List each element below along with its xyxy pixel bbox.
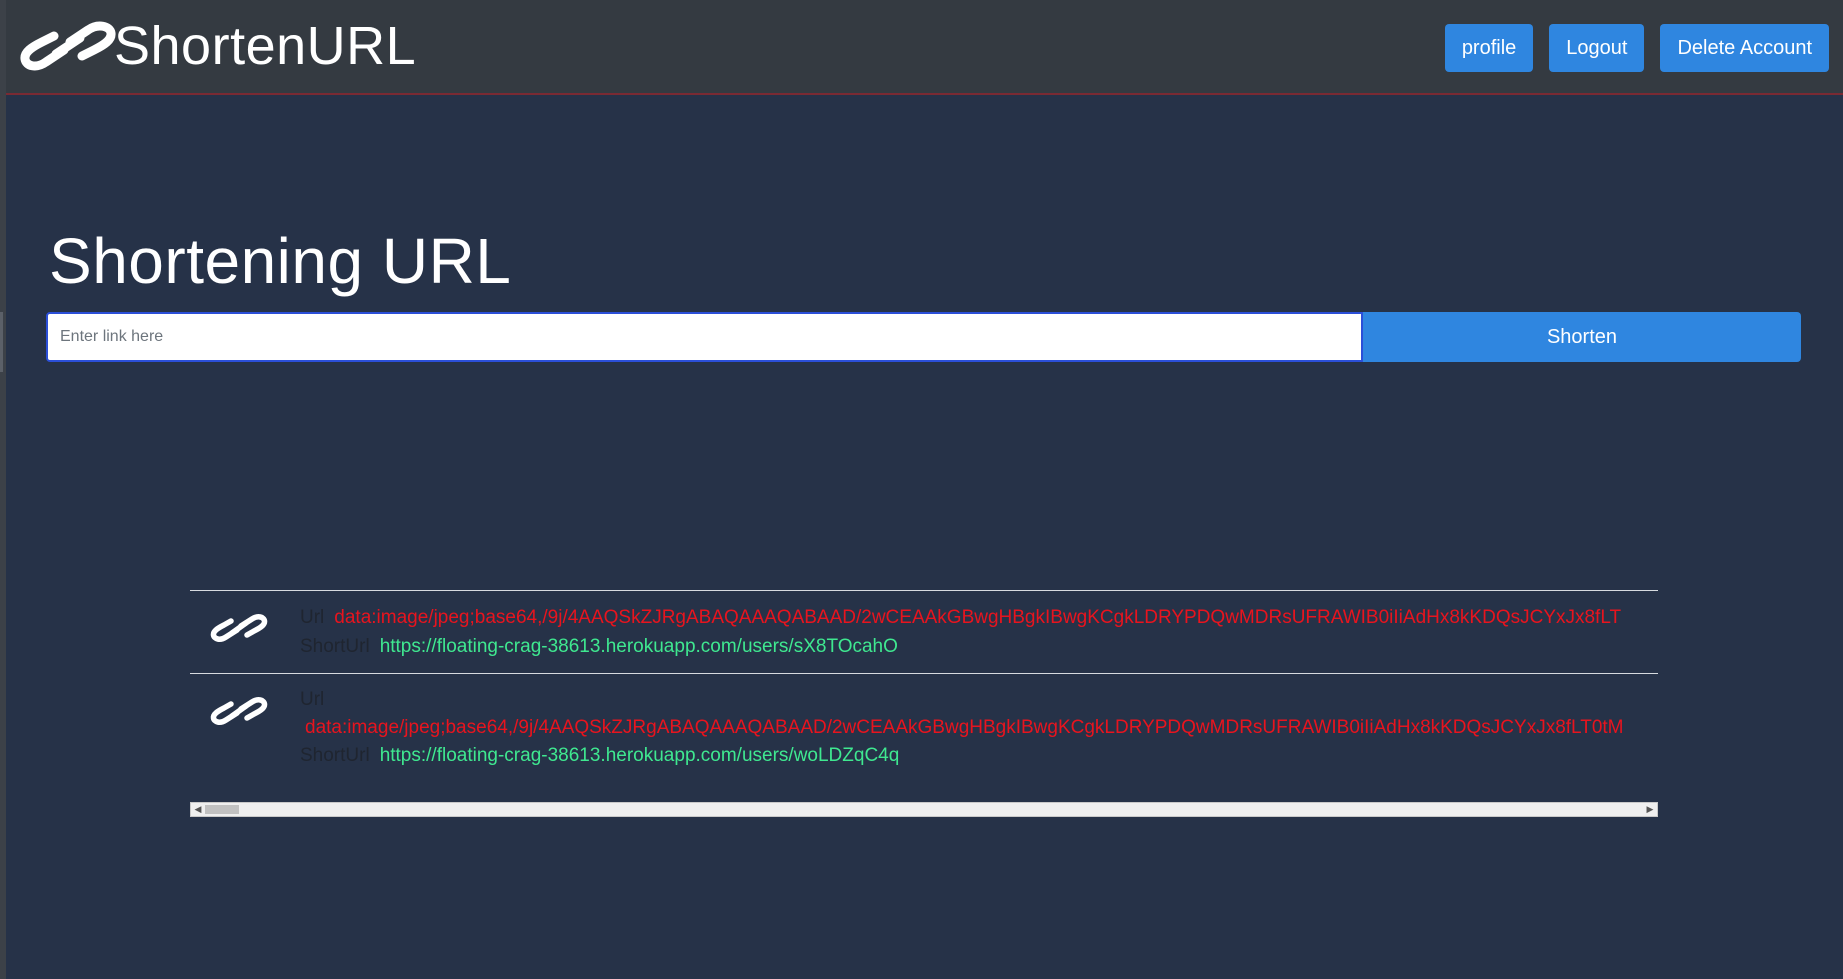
delete-account-button[interactable]: Delete Account — [1660, 24, 1829, 72]
short-url-line: ShortUrl https://floating-crag-38613.hero… — [300, 632, 1658, 661]
brand-name: ShortenURL — [114, 16, 417, 76]
links-viewport: Url data:image/jpeg;base64,/9j/4AAQSkZJRg… — [190, 590, 1658, 802]
window-edge-handle — [0, 312, 3, 372]
row-content: Url data:image/jpeg;base64,/9j/4AAQSkZJRg… — [300, 603, 1658, 661]
short-url-line: ShortUrl https://floating-crag-38613.hero… — [300, 742, 1658, 770]
logout-button[interactable]: Logout — [1549, 24, 1645, 72]
page-title: Shortening URL — [49, 225, 512, 297]
short-url-label: ShortUrl — [300, 745, 370, 766]
page: ShortenURL profile Logout Delete Account… — [0, 0, 1843, 979]
horizontal-scrollbar[interactable]: ◀ ▶ — [190, 802, 1658, 817]
url-label: Url — [300, 607, 325, 628]
short-url-link[interactable]: https://floating-crag-38613.herokuapp.co… — [380, 636, 898, 657]
profile-button[interactable]: profile — [1444, 24, 1534, 72]
scroll-left-arrow-icon[interactable]: ◀ — [191, 803, 205, 816]
scroll-right-arrow-icon[interactable]: ▶ — [1643, 803, 1657, 816]
window-left-edge — [0, 0, 6, 979]
url-line: data:image/jpeg;base64,/9j/4AAQSkZJRgABA… — [300, 714, 1658, 742]
table-row: Url data:image/jpeg;base64,/9j/4AAQSkZJRg… — [190, 590, 1658, 674]
nav-buttons: profile Logout Delete Account — [1444, 24, 1829, 72]
link-icon — [210, 697, 268, 725]
short-url-label: ShortUrl — [300, 636, 370, 657]
link-icon — [20, 21, 116, 71]
url-label: Url — [300, 689, 325, 710]
link-icon — [210, 614, 268, 642]
table-row: Url data:image/jpeg;base64,/9j/4AAQSkZJR… — [190, 673, 1658, 779]
original-url: data:image/jpeg;base64,/9j/4AAQSkZJRgABA… — [334, 607, 1622, 628]
link-input[interactable] — [46, 312, 1363, 362]
links-table: Url data:image/jpeg;base64,/9j/4AAQSkZJRg… — [190, 590, 1658, 817]
url-line: Url data:image/jpeg;base64,/9j/4AAQSkZJRg… — [300, 603, 1658, 632]
shorten-button[interactable]: Shorten — [1363, 312, 1801, 362]
brand-link[interactable]: ShortenURL — [20, 14, 416, 78]
row-content: Url data:image/jpeg;base64,/9j/4AAQSkZJR… — [300, 686, 1658, 770]
short-url-link[interactable]: https://floating-crag-38613.herokuapp.co… — [380, 745, 900, 766]
shorten-form: Shorten — [46, 312, 1801, 362]
scrollbar-thumb[interactable] — [205, 805, 239, 814]
navbar: ShortenURL profile Logout Delete Account — [6, 0, 1843, 95]
original-url: data:image/jpeg;base64,/9j/4AAQSkZJRgABA… — [305, 717, 1624, 738]
url-label-line: Url — [300, 686, 1658, 714]
